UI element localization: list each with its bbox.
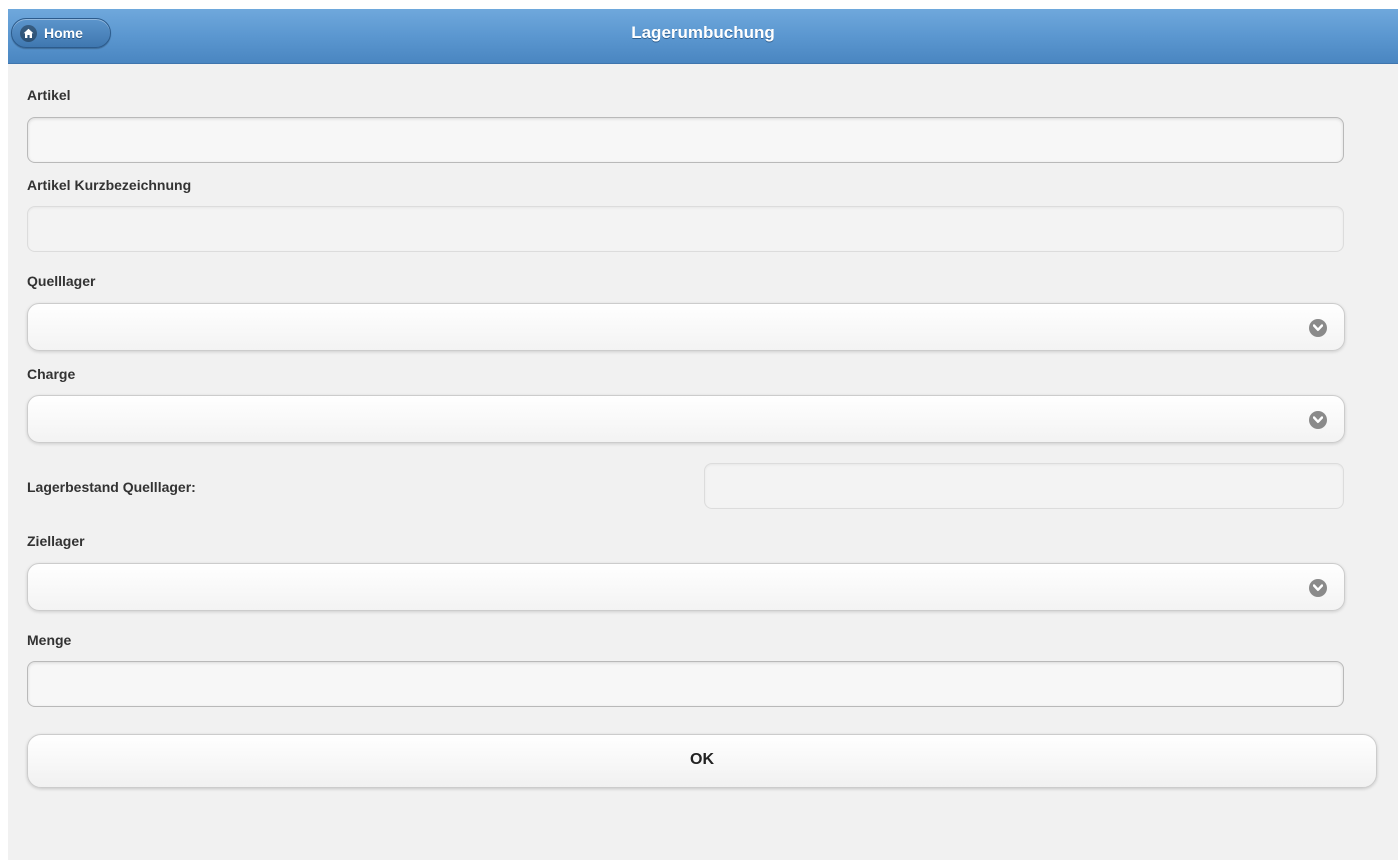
quelllager-select[interactable] [27, 303, 1345, 351]
menge-input[interactable] [27, 661, 1344, 707]
kurzbezeichnung-input [27, 206, 1344, 252]
ziellager-label: Ziellager [27, 533, 85, 549]
charge-label: Charge [27, 366, 76, 382]
quelllager-label: Quelllager [27, 273, 96, 289]
artikel-input[interactable] [27, 117, 1344, 163]
page: Lagerumbuchung Home Artikel Artikel Kurz… [8, 9, 1398, 860]
ziellager-select[interactable] [27, 563, 1345, 611]
chevron-down-icon [1309, 411, 1327, 429]
chevron-down-icon [1309, 319, 1327, 337]
lagerbestand-label: Lagerbestand Quelllager: [27, 479, 196, 495]
home-icon [20, 25, 37, 42]
kurzbezeichnung-label: Artikel Kurzbezeichnung [27, 177, 192, 193]
artikel-label: Artikel [27, 87, 71, 103]
menge-label: Menge [27, 632, 72, 648]
home-button-label: Home [44, 25, 83, 41]
header-bar: Lagerumbuchung Home [8, 9, 1398, 64]
charge-select[interactable] [27, 395, 1345, 443]
home-button[interactable]: Home [11, 18, 111, 48]
ok-button[interactable]: OK [27, 734, 1377, 788]
page-title: Lagerumbuchung [631, 23, 775, 42]
lagerbestand-input [704, 463, 1344, 509]
chevron-down-icon [1309, 579, 1327, 597]
